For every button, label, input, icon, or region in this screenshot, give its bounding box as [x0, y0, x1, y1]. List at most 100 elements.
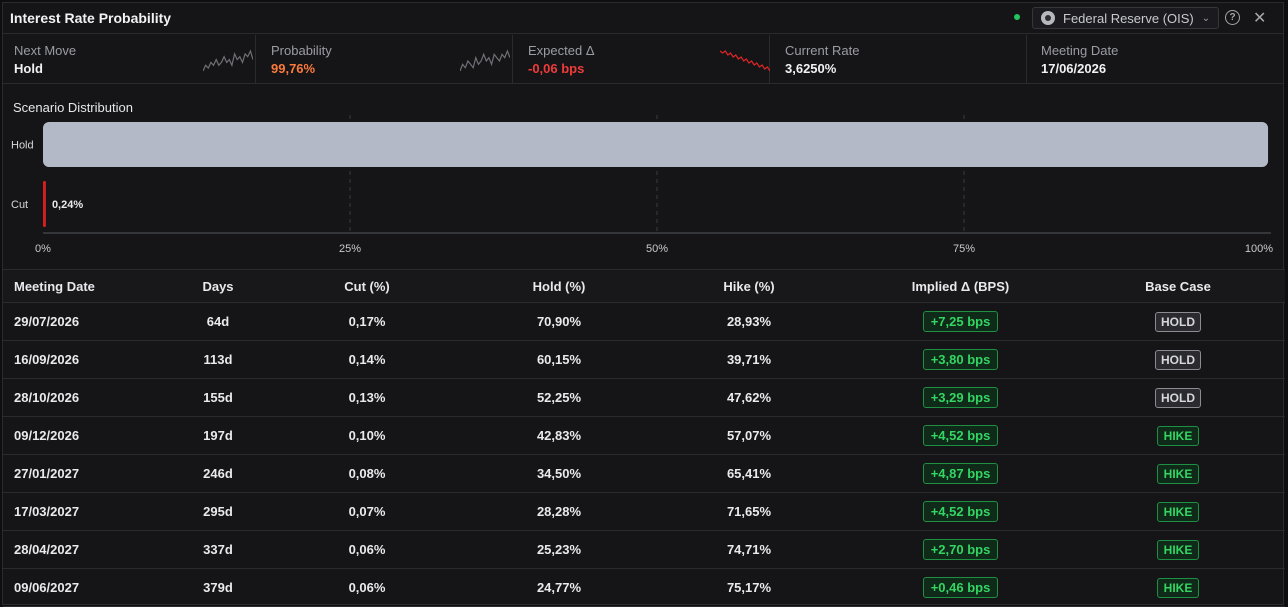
table-row[interactable]: 29/07/2026 64d 0,17% 70,90% 28,93% +7,25 bps H…	[3, 303, 1285, 341]
close-icon[interactable]: ✕	[1253, 8, 1266, 28]
x-tick-label: 25%	[339, 243, 361, 255]
stat-value: 3,6250%	[785, 61, 837, 76]
implied-delta-cell: +0,46 bps	[883, 569, 1038, 606]
base-case-cell: HIKE	[1113, 455, 1243, 492]
hold-cell: 25,23%	[536, 542, 582, 557]
stat-label: Meeting Date	[1041, 43, 1119, 58]
meeting-date-cell: 17/03/2027	[14, 504, 80, 519]
implied-delta-cell: +3,80 bps	[883, 341, 1038, 378]
column-header[interactable]: Implied Δ (BPS)	[883, 270, 1038, 302]
table-row[interactable]: 28/04/2027 337d 0,06% 25,23% 74,71% +2,70 bps…	[3, 531, 1285, 569]
implied-delta-pill: +0,46 bps	[922, 577, 999, 598]
hold-cell: 52,25%	[536, 390, 582, 405]
live-status-dot	[1014, 14, 1020, 20]
stat-card-expected-delta: Expected Δ -0,06 bps	[513, 35, 770, 84]
source-select[interactable]: Federal Reserve (OIS) ⌄	[1032, 7, 1219, 29]
hike-cell: 47,62%	[726, 390, 772, 405]
table-row[interactable]: 17/03/2027 295d 0,07% 28,28% 71,65% +4,52 bps…	[3, 493, 1285, 531]
x-tick-label: 75%	[953, 243, 975, 255]
panel-header: Interest Rate Probability Federal Reserv…	[3, 3, 1283, 34]
base-case-badge: HOLD	[1155, 311, 1201, 332]
days-cell: 197d	[203, 428, 233, 443]
meetings-table: Meeting Date Days Cut (%) Hold (%) Hike (%) I…	[3, 269, 1285, 607]
stat-label: Expected Δ	[528, 43, 595, 58]
hold-cell: 28,28%	[536, 504, 582, 519]
days-cell: 64d	[206, 314, 230, 329]
x-tick-label: 100%	[1245, 243, 1273, 255]
days-cell: 379d	[203, 580, 233, 595]
hold-cell: 42,83%	[536, 428, 582, 443]
days-cell: 337d	[203, 542, 233, 557]
x-tick-label: 0%	[35, 243, 51, 255]
implied-delta-cell: +7,25 bps	[883, 303, 1038, 340]
column-header[interactable]: Cut (%)	[303, 270, 431, 302]
meeting-date-cell: 09/12/2026	[14, 428, 80, 443]
sparkline	[720, 50, 770, 72]
cut-cell: 0,10%	[348, 428, 386, 443]
panel-title: Interest Rate Probability	[10, 10, 172, 26]
bar-data-label: 0,24%	[52, 199, 83, 211]
cut-cell: 0,06%	[348, 580, 386, 595]
base-case-badge: HIKE	[1156, 463, 1200, 484]
x-tick-label: 50%	[646, 243, 668, 255]
column-header[interactable]: Meeting Date	[14, 270, 174, 302]
base-case-badge: HOLD	[1155, 349, 1201, 370]
meeting-date-cell: 29/07/2026	[14, 314, 80, 329]
stat-value: -0,06 bps	[528, 61, 585, 76]
stat-value: Hold	[14, 61, 43, 76]
column-header[interactable]: Hike (%)	[683, 270, 815, 302]
hike-cell: 75,17%	[726, 580, 772, 595]
meeting-date-cell: 28/10/2026	[14, 390, 80, 405]
table-row[interactable]: 28/10/2026 155d 0,13% 52,25% 47,62% +3,29 bps…	[3, 379, 1285, 417]
sparkline	[460, 49, 510, 72]
hike-cell: 28,93%	[726, 314, 772, 329]
days-cell: 295d	[203, 504, 233, 519]
base-case-badge: HIKE	[1156, 425, 1200, 446]
implied-delta-pill: +4,52 bps	[922, 501, 999, 522]
stat-label: Next Move	[14, 43, 77, 58]
cut-cell: 0,14%	[348, 352, 386, 367]
stat-label: Current Rate	[785, 43, 860, 58]
base-case-cell: HIKE	[1113, 493, 1243, 530]
stat-card-meeting-date: Meeting Date 17/06/2026	[1027, 35, 1285, 84]
source-select-value: Federal Reserve (OIS)	[1063, 10, 1194, 26]
cut-cell: 0,07%	[348, 504, 386, 519]
table-row[interactable]: 27/01/2027 246d 0,08% 34,50% 65,41% +4,87 bps…	[3, 455, 1285, 493]
stat-card-next-move: Next Move Hold	[3, 35, 256, 84]
hike-cell: 71,65%	[726, 504, 772, 519]
implied-delta-cell: +4,52 bps	[883, 417, 1038, 454]
column-header[interactable]: Days	[178, 270, 258, 302]
base-case-badge: HIKE	[1156, 577, 1200, 598]
table-row[interactable]: 09/12/2026 197d 0,10% 42,83% 57,07% +4,52 bps…	[3, 417, 1285, 455]
implied-delta-pill: +3,80 bps	[922, 349, 999, 370]
chevron-down-icon: ⌄	[1201, 12, 1211, 24]
cut-cell: 0,06%	[348, 542, 386, 557]
implied-delta-pill: +3,29 bps	[922, 387, 999, 408]
implied-delta-pill: +2,70 bps	[922, 539, 999, 560]
scenario-distribution-title: Scenario Distribution	[13, 100, 133, 115]
cut-cell: 0,13%	[348, 390, 386, 405]
table-row[interactable]: 16/09/2026 113d 0,14% 60,15% 39,71% +3,80 bps…	[3, 341, 1285, 379]
cut-cell: 0,08%	[348, 466, 386, 481]
column-header[interactable]: Base Case	[1113, 270, 1243, 302]
scenario-bar-hold	[43, 122, 1269, 167]
meeting-date-cell: 16/09/2026	[14, 352, 80, 367]
hike-cell: 74,71%	[726, 542, 772, 557]
scenario-distribution-chart: Hold Cut 0,24% 0% 25% 50% 75% 100%	[3, 115, 1285, 260]
days-cell: 246d	[203, 466, 233, 481]
base-case-cell: HOLD	[1113, 303, 1243, 340]
cut-cell: 0,17%	[348, 314, 386, 329]
base-case-badge: HOLD	[1155, 387, 1201, 408]
stat-value: 17/06/2026	[1041, 61, 1107, 76]
meeting-date-cell: 27/01/2027	[14, 466, 80, 481]
stat-card-current-rate: Current Rate 3,6250%	[770, 35, 1027, 84]
implied-delta-pill: +7,25 bps	[922, 311, 999, 332]
table-row[interactable]: 09/06/2027 379d 0,06% 24,77% 75,17% +0,46 bps…	[3, 569, 1285, 607]
federal-reserve-seal-icon	[1041, 11, 1055, 25]
scenario-bar-cut	[43, 181, 46, 227]
sparkline-path	[720, 50, 770, 72]
days-cell: 155d	[203, 390, 233, 405]
help-icon[interactable]: ?	[1225, 10, 1240, 25]
interest-rate-probability-panel: Interest Rate Probability Federal Reserv…	[2, 2, 1285, 607]
column-header[interactable]: Hold (%)	[493, 270, 625, 302]
